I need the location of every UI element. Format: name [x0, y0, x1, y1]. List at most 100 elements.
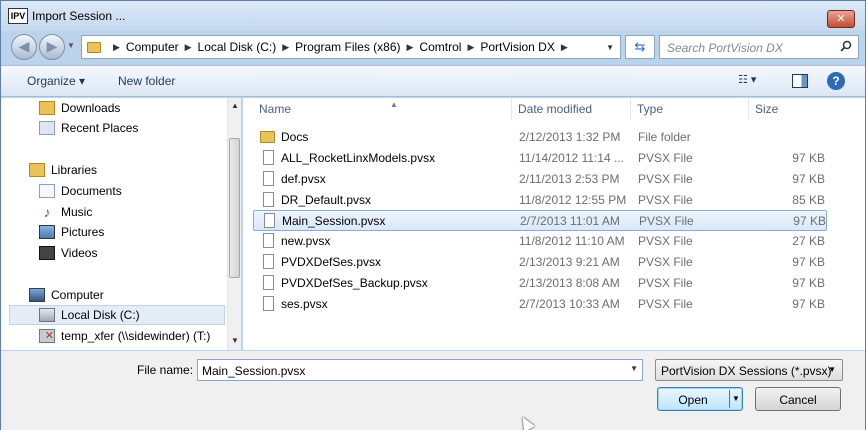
file-type: PVSX File [638, 297, 693, 311]
navigation-bar: ◀ ▶ ▼ ▶ Computer ▶ Local Disk (C:) ▶ Pro… [1, 31, 865, 63]
chevron-right-icon[interactable]: ▶ [113, 42, 120, 53]
nav-item-libraries[interactable]: Libraries [29, 160, 253, 180]
nav-item-label: Documents [61, 184, 122, 198]
file-row[interactable]: new.pvsx 11/8/2012 11:10 AM PVSX File 27… [253, 231, 827, 252]
nav-item-computer[interactable]: Computer [29, 285, 253, 305]
help-icon[interactable]: ? [827, 72, 845, 90]
file-name: Main_Session.pvsx [282, 214, 386, 228]
chevron-down-icon[interactable]: ▼ [828, 365, 836, 374]
file-row[interactable]: PVDXDefSes_Backup.pvsx 2/13/2013 8:08 AM… [253, 273, 827, 294]
scroll-up-icon[interactable]: ▲ [231, 101, 239, 110]
breadcrumb-local-disk[interactable]: Local Disk (C:) [198, 40, 277, 54]
file-date: 11/8/2012 11:10 AM [519, 234, 625, 248]
column-header-size[interactable]: Size [749, 98, 829, 120]
file-row-selected[interactable]: Main_Session.pvsx 2/7/2013 11:01 AM PVSX… [253, 210, 827, 231]
change-view-icon[interactable]: ☷ ▾ [738, 73, 774, 91]
file-name: def.pvsx [281, 172, 326, 186]
nav-item-label: Downloads [61, 101, 121, 115]
file-size: 27 KB [792, 234, 825, 248]
nav-item-local-disk[interactable]: Local Disk (C:) [9, 305, 225, 325]
file-name-value: Main_Session.pvsx [202, 364, 306, 378]
file-type: PVSX File [638, 172, 693, 186]
file-icon [263, 275, 274, 290]
file-size: 97 KB [792, 297, 825, 311]
chevron-down-icon[interactable]: ▼ [630, 364, 638, 373]
preview-pane-icon[interactable] [792, 74, 808, 88]
file-name-label: File name: [137, 363, 194, 377]
folder-icon [87, 41, 101, 53]
file-type-filter-select[interactable]: PortVision DX Sessions (*.pvsx) ▼ [655, 359, 843, 381]
file-date: 2/11/2013 2:53 PM [519, 172, 620, 186]
new-folder-button[interactable]: New folder [118, 74, 175, 88]
network-drive-icon: ✕ [39, 329, 55, 343]
chevron-right-icon[interactable]: ▶ [282, 42, 289, 53]
file-icon [263, 192, 274, 207]
search-icon[interactable] [840, 40, 852, 52]
column-header-label: Name [259, 102, 292, 116]
libraries-icon [29, 163, 45, 177]
search-input[interactable]: Search PortVision DX [659, 35, 859, 59]
music-icon: ♪ [43, 204, 51, 220]
file-size: 97 KB [792, 151, 825, 165]
cancel-button[interactable]: Cancel [755, 387, 841, 411]
close-button[interactable]: ✕ [827, 10, 855, 28]
split-divider [729, 390, 730, 408]
file-icon [263, 254, 274, 269]
file-size: 97 KB [792, 276, 825, 290]
file-date: 2/13/2013 9:21 AM [519, 255, 620, 269]
address-dropdown-icon[interactable]: ▼ [606, 43, 614, 52]
file-row-docs[interactable]: Docs 2/12/2013 1:32 PM File folder [253, 127, 827, 148]
nav-item-label: temp_xfer (\\sidewinder) (T:) [61, 329, 211, 343]
forward-button[interactable]: ▶ [39, 34, 65, 60]
downloads-folder-icon [39, 101, 55, 115]
sort-ascending-icon: ▲ [390, 100, 398, 109]
file-row[interactable]: ses.pvsx 2/7/2013 10:33 AM PVSX File 97 … [253, 294, 827, 315]
file-date: 11/14/2012 11:14 ... [519, 151, 624, 165]
chevron-down-icon[interactable]: ▼ [732, 394, 740, 403]
file-type: File folder [638, 130, 691, 144]
scroll-down-icon[interactable]: ▼ [231, 336, 239, 345]
column-header-type[interactable]: Type [631, 98, 749, 120]
documents-icon [39, 184, 55, 198]
window-title: Import Session ... [32, 9, 126, 23]
search-placeholder: Search PortVision DX [667, 41, 783, 55]
file-row[interactable]: ALL_RocketLinxModels.pvsx 11/14/2012 11:… [253, 148, 827, 169]
chevron-right-icon[interactable]: ▶ [185, 42, 192, 53]
breadcrumb-portvision-dx[interactable]: PortVision DX [480, 40, 554, 54]
address-bar[interactable]: ▶ Computer ▶ Local Disk (C:) ▶ Program F… [81, 35, 621, 59]
nav-item-label: Pictures [61, 225, 105, 239]
refresh-button[interactable]: ⇆ [625, 35, 655, 59]
open-button[interactable]: Open ▼ [657, 387, 743, 411]
pictures-icon [39, 225, 55, 239]
file-icon [264, 213, 275, 228]
column-header-name[interactable]: Name ▲ [253, 98, 512, 120]
computer-icon [29, 288, 45, 302]
file-icon [263, 150, 274, 165]
file-name-input[interactable]: Main_Session.pvsx ▼ [197, 359, 643, 381]
scrollbar-thumb[interactable] [229, 138, 240, 278]
column-header-date[interactable]: Date modified [512, 98, 631, 120]
chevron-right-icon[interactable]: ▶ [467, 42, 474, 53]
chevron-right-icon[interactable]: ▶ [407, 42, 414, 53]
file-type: PVSX File [638, 234, 693, 248]
file-type: PVSX File [638, 255, 693, 269]
back-button[interactable]: ◀ [11, 34, 37, 60]
file-icon [263, 233, 274, 248]
chevron-right-icon[interactable]: ▶ [561, 42, 568, 53]
file-date: 2/7/2013 10:33 AM [519, 297, 620, 311]
file-size: 97 KB [792, 255, 825, 269]
breadcrumb-computer[interactable]: Computer [126, 40, 179, 54]
breadcrumb-program-files[interactable]: Program Files (x86) [295, 40, 400, 54]
breadcrumb-comtrol[interactable]: Comtrol [419, 40, 461, 54]
nav-scrollbar[interactable]: ▲ ▼ [227, 98, 241, 350]
file-name: Docs [281, 130, 309, 144]
file-row[interactable]: def.pvsx 2/11/2013 2:53 PM PVSX File 97 … [253, 169, 827, 190]
organize-button[interactable]: Organize ▾ [27, 74, 85, 88]
folder-icon [260, 131, 275, 143]
nav-item-label: Libraries [51, 163, 98, 177]
file-row[interactable]: DR_Default.pvsx 11/8/2012 12:55 PM PVSX … [253, 190, 827, 211]
local-disk-icon [39, 308, 55, 322]
recent-locations-dropdown-icon[interactable]: ▼ [67, 41, 75, 50]
file-row[interactable]: PVDXDefSes.pvsx 2/13/2013 9:21 AM PVSX F… [253, 252, 827, 273]
file-type: PVSX File [638, 193, 693, 207]
